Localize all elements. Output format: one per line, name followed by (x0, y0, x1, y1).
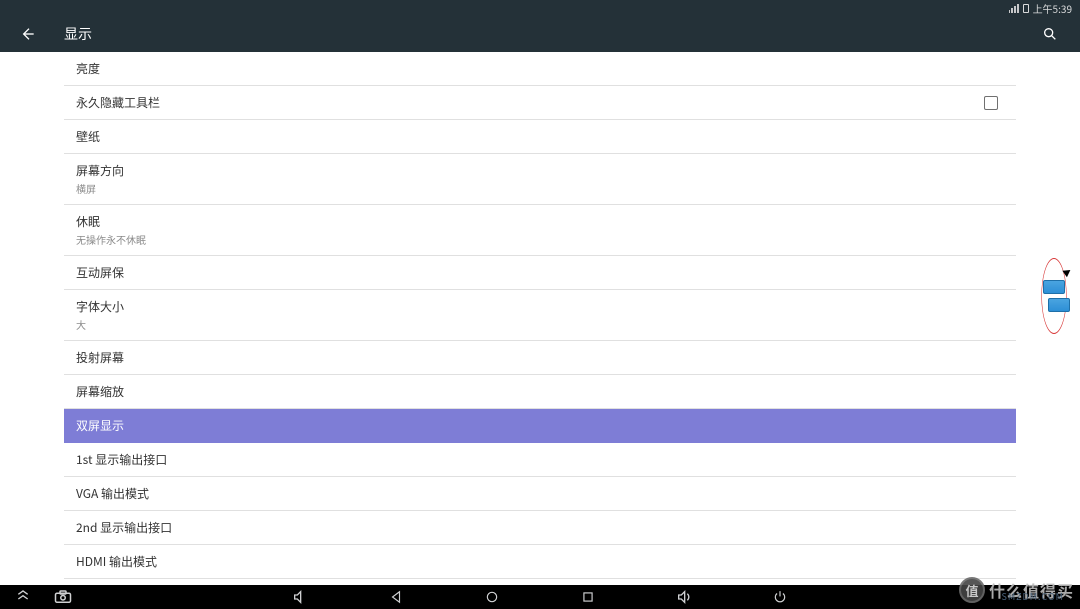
back-button[interactable] (16, 23, 38, 45)
settings-item-title: 2nd 显示输出接口 (76, 519, 172, 536)
settings-item-title: 屏幕方向 (76, 162, 124, 179)
checkbox[interactable] (984, 96, 998, 110)
nav-power-button[interactable] (771, 588, 789, 606)
settings-item[interactable]: 壁纸 (64, 120, 1016, 154)
nav-volume-down-button[interactable] (291, 588, 309, 606)
settings-item[interactable]: 屏幕缩放 (64, 375, 1016, 409)
signal-icon (1009, 3, 1019, 13)
settings-item-title: 壁纸 (76, 128, 100, 145)
settings-item[interactable]: 永久隐藏工具栏 (64, 86, 1016, 120)
settings-item-title: 休眠 (76, 213, 146, 230)
settings-item-title: VGA 输出模式 (76, 485, 149, 502)
nav-volume-up-button[interactable] (675, 588, 693, 606)
settings-item[interactable]: HDMI 输出模式 (64, 545, 1016, 579)
app-bar: 显示 (0, 16, 1080, 52)
settings-item-title: 双屏显示 (76, 417, 124, 434)
page-title: 显示 (64, 24, 92, 44)
settings-item-title: 亮度 (76, 60, 100, 77)
nav-screenshot-button[interactable] (54, 588, 72, 606)
status-bar: 上午5:39 (0, 0, 1080, 16)
watermark-sub: SMZDM.COM (1001, 590, 1064, 603)
settings-item-title: 互动屏保 (76, 264, 124, 281)
search-button[interactable] (1042, 23, 1064, 45)
nav-collapse-button[interactable] (14, 588, 32, 606)
settings-item-title: 投射屏幕 (76, 349, 124, 366)
settings-item[interactable]: 投射屏幕 (64, 341, 1016, 375)
settings-item[interactable]: 休眠无操作永不休眠 (64, 205, 1016, 256)
settings-item-title: 字体大小 (76, 298, 124, 315)
settings-item-title: 屏幕缩放 (76, 383, 124, 400)
annotation-float-switcher (1031, 258, 1077, 334)
settings-item[interactable]: 字体大小大 (64, 290, 1016, 341)
settings-item-subtitle: 横屏 (76, 181, 124, 196)
settings-item-subtitle: 无操作永不休眠 (76, 232, 146, 247)
navigation-bar (0, 585, 1080, 609)
watermark: 值 什么值得买 SMZDM.COM (959, 577, 1074, 603)
nav-home-button[interactable] (483, 588, 501, 606)
nav-recents-button[interactable] (579, 588, 597, 606)
watermark-logo: 值 (959, 577, 985, 603)
settings-item-title: 1st 显示输出接口 (76, 451, 167, 468)
settings-item-title: 永久隐藏工具栏 (76, 94, 160, 111)
settings-item[interactable]: 屏幕方向横屏 (64, 154, 1016, 205)
settings-item[interactable]: 双屏显示 (64, 409, 1016, 443)
display-switcher-icon[interactable] (1043, 280, 1065, 312)
settings-item[interactable]: 2nd 显示输出接口 (64, 511, 1016, 545)
settings-item[interactable]: 亮度 (64, 52, 1016, 86)
status-time: 上午5:39 (1033, 1, 1072, 16)
settings-item[interactable]: 互动屏保 (64, 256, 1016, 290)
battery-icon (1023, 4, 1029, 13)
settings-item[interactable]: VGA 输出模式 (64, 477, 1016, 511)
settings-item[interactable]: 1st 显示输出接口 (64, 443, 1016, 477)
nav-back-button[interactable] (387, 588, 405, 606)
settings-content: 亮度永久隐藏工具栏壁纸屏幕方向横屏休眠无操作永不休眠互动屏保字体大小大投射屏幕屏… (0, 52, 1080, 585)
settings-item-subtitle: 大 (76, 317, 124, 332)
settings-list: 亮度永久隐藏工具栏壁纸屏幕方向横屏休眠无操作永不休眠互动屏保字体大小大投射屏幕屏… (0, 52, 1080, 579)
settings-item-title: HDMI 输出模式 (76, 553, 157, 570)
